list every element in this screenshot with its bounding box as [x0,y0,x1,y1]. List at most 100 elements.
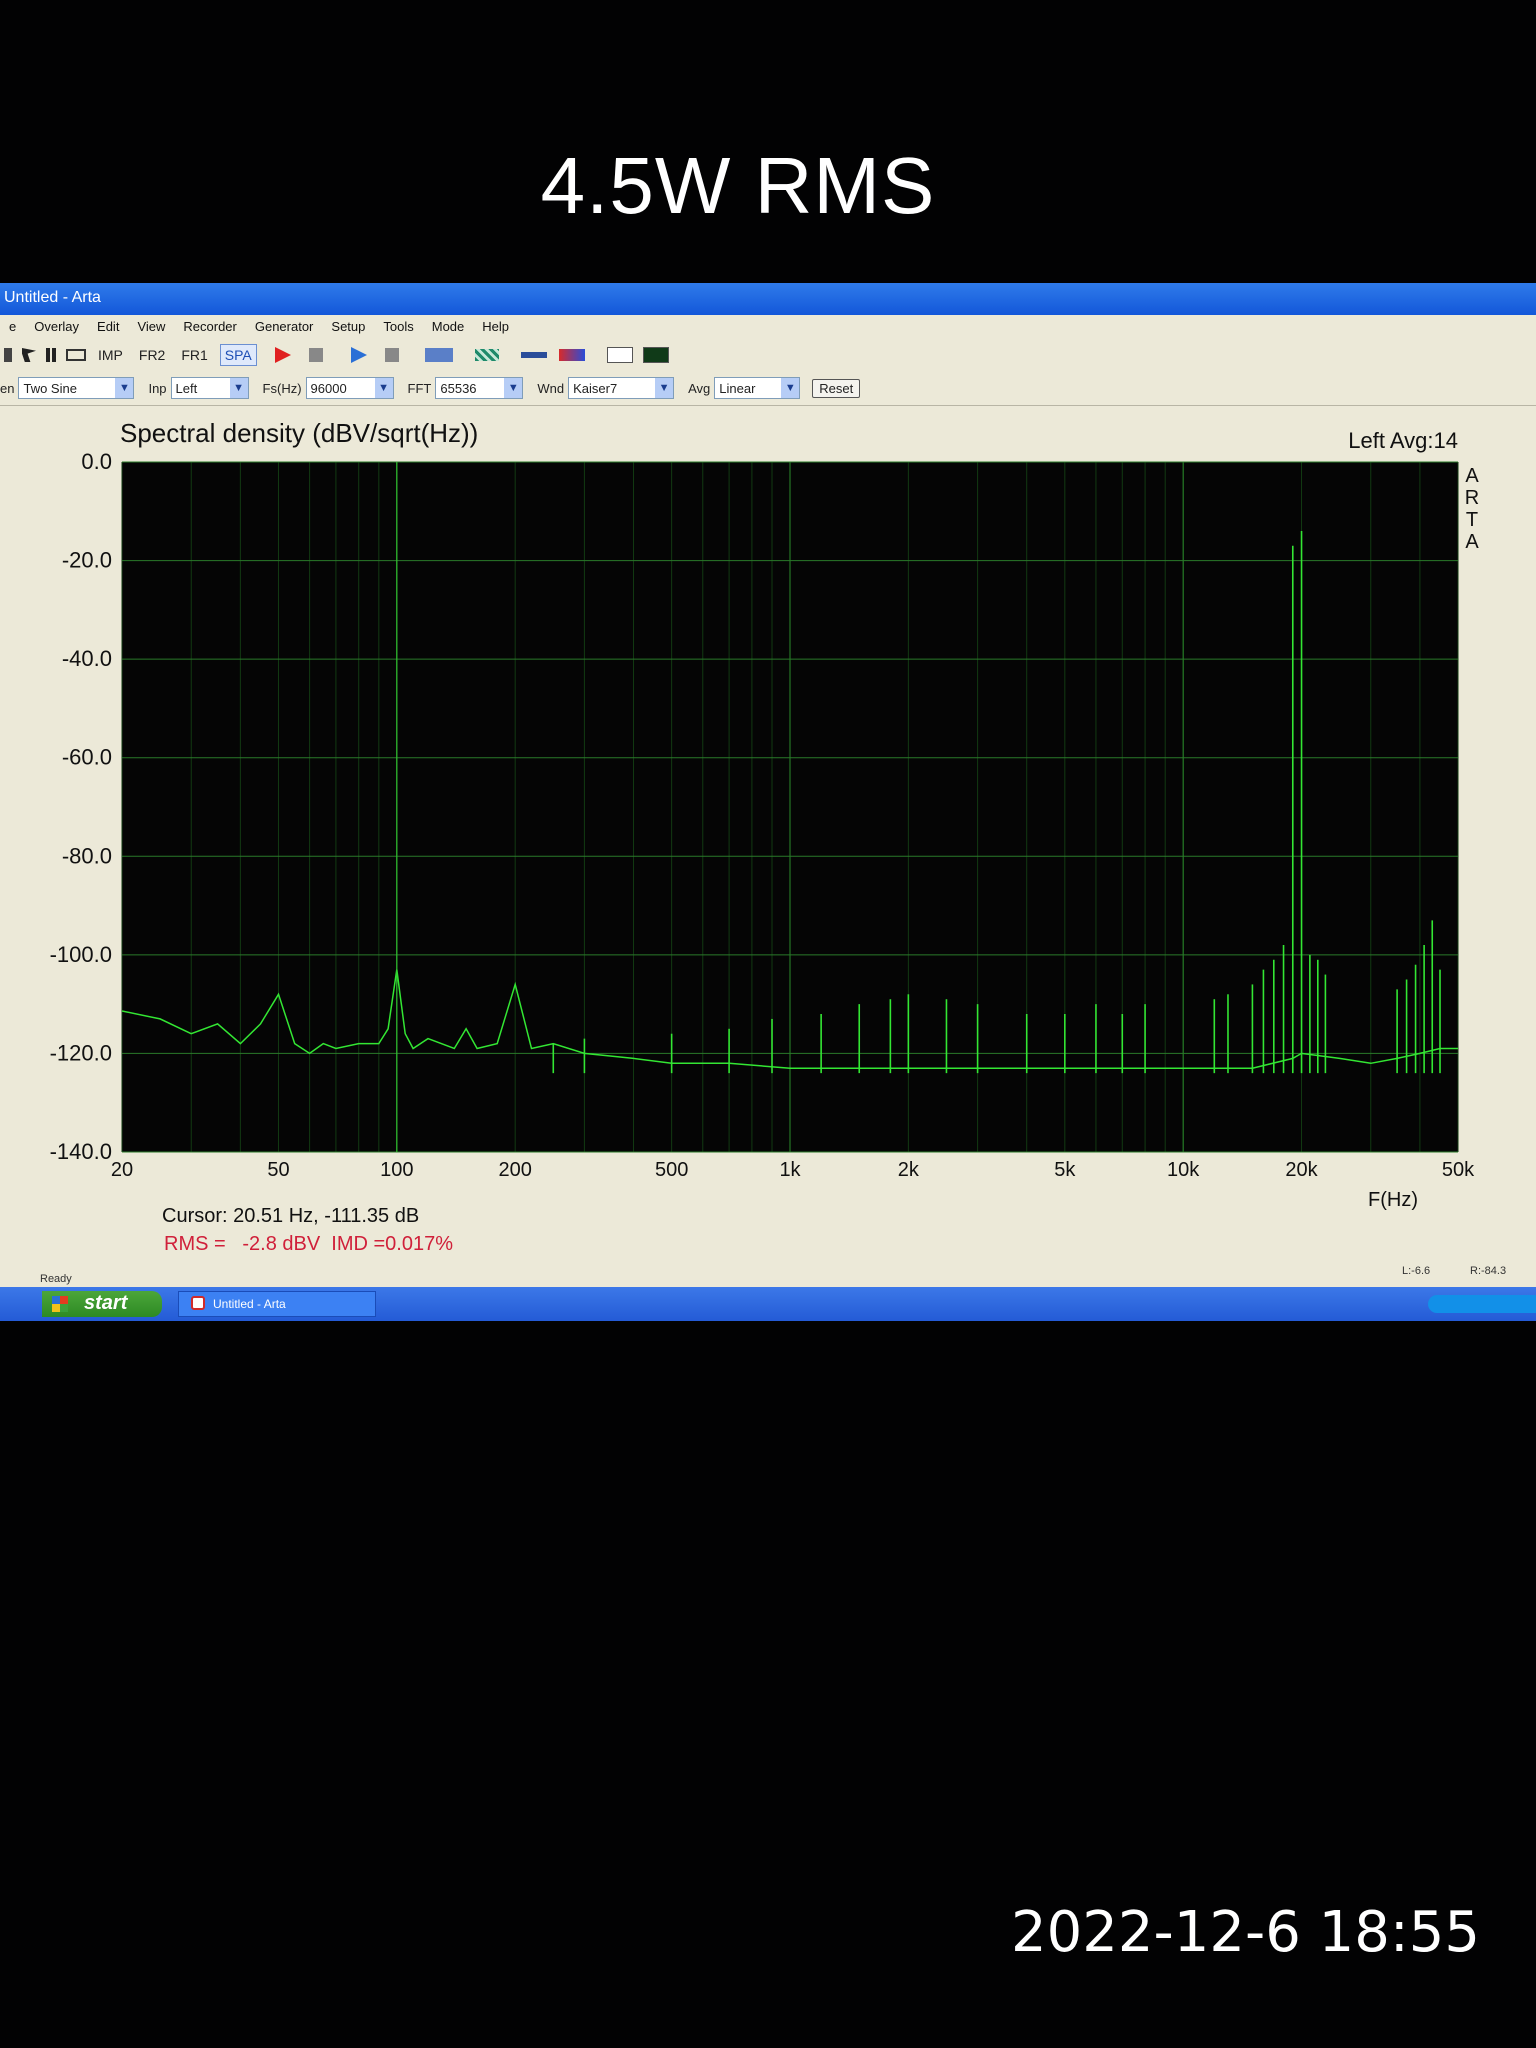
spectrum-chart[interactable]: Spectral density (dBV/sqrt(Hz)) Left Avg… [0,406,1536,1276]
rec-settings-icon[interactable] [424,348,453,362]
menu-bar: e Overlay Edit View Recorder Generator S… [0,315,1536,339]
menu-item-setup[interactable]: Setup [322,315,374,339]
play-icon[interactable] [350,347,367,363]
x-tick-label: 50 [267,1159,289,1181]
window-fn-label: Wnd [537,380,565,396]
window-titlebar[interactable]: Untitled - Arta [0,283,1536,315]
window-fn-value: Kaiser7 [573,380,618,396]
spectrum-view-icon[interactable] [642,347,669,363]
stop-gen-icon[interactable] [384,348,399,362]
status-bar: Ready L:-6.6 R:-84.3 [0,1265,1536,1287]
watermark-letter: R [1465,487,1479,509]
pointer-icon[interactable] [22,348,36,362]
toolbar: IMP FR2 FR1 SPA [0,339,1536,371]
arta-watermark: ARTA [1465,465,1480,553]
left-level: L:-6.6 [1402,1265,1431,1277]
y-tick-label: 0.0 [81,449,112,474]
reset-button[interactable]: Reset [812,378,861,398]
generator-select[interactable]: Two Sine ▼ [18,377,135,399]
x-tick-label: 50k [1442,1159,1475,1181]
x-tick-label: 200 [498,1159,531,1181]
chevron-down-icon: ▼ [374,378,393,398]
y-tick-label: -100.0 [50,942,112,967]
fs-label: Fs(Hz) [262,380,302,396]
watermark-letter: T [1466,509,1478,531]
chevron-down-icon: ▼ [115,378,134,398]
x-tick-label: 20k [1285,1159,1318,1181]
fs-value: 96000 [310,380,347,396]
open-icon[interactable] [4,348,12,362]
fs-select[interactable]: 96000 ▼ [305,377,394,399]
stop-icon[interactable] [308,348,323,362]
input-select[interactable]: Left ▼ [170,377,249,399]
record-icon[interactable] [274,347,291,363]
spa-button[interactable]: SPA [219,344,257,366]
menu-item-recorder[interactable]: Recorder [174,315,245,339]
y-tick-label: -60.0 [62,745,112,770]
start-button[interactable]: start [42,1291,162,1317]
scope-icon[interactable] [606,347,633,363]
chart-title: Spectral density (dBV/sqrt(Hz)) [120,418,478,448]
meter-icon[interactable] [558,349,585,361]
menu-item-edit[interactable]: Edit [88,315,128,339]
window-fn-select[interactable]: Kaiser7 ▼ [568,377,675,399]
rms-imd-readout: RMS = -2.8 dBV IMD =0.017% [164,1233,453,1255]
input-label: Inp [148,380,167,396]
y-axis-ticks: 0.0 -20.0 -40.0 -60.0 -80.0 -100.0 -120.0 -140.… [50,449,112,1164]
imp-button[interactable]: IMP [94,345,127,365]
x-axis-ticks: 20 50 100 200 500 1k 2k 5k 10k 20k 50k [111,1159,1475,1181]
arta-window: Untitled - Arta e Overlay Edit View Reco… [0,283,1536,1321]
menu-item-tools[interactable]: Tools [374,315,422,339]
menu-item-mode[interactable]: Mode [423,315,474,339]
window-title: Untitled - Arta [4,289,101,306]
x-tick-label: 10k [1167,1159,1200,1181]
y-tick-label: -40.0 [62,646,112,671]
y-tick-label: -140.0 [50,1139,112,1164]
menu-item-help[interactable]: Help [473,315,518,339]
gen-settings-icon[interactable] [474,349,499,361]
menu-item-e[interactable]: e [0,315,25,339]
x-tick-label: 1k [779,1159,801,1181]
photo-timestamp: 2022-12-6 18:55 [1011,1900,1480,1965]
tray-icons [1428,1295,1536,1313]
chevron-down-icon: ▼ [504,378,523,398]
x-tick-label: 5k [1054,1159,1076,1181]
generator-value: Two Sine [23,380,77,396]
y-tick-label: -80.0 [62,843,112,868]
channel-avg-label: Left Avg:14 [1348,428,1458,453]
fr1-button[interactable]: FR1 [177,345,211,365]
x-tick-label: 20 [111,1159,133,1181]
chevron-down-icon: ▼ [229,378,248,398]
plot-area: Spectral density (dBV/sqrt(Hz)) Left Avg… [0,406,1536,1276]
x-tick-label: 500 [655,1159,688,1181]
windows-logo-icon [52,1296,68,1312]
generator-label: en [0,380,15,396]
watermark-letter: A [1465,531,1479,553]
table-icon[interactable] [66,349,86,361]
chevron-down-icon: ▼ [655,378,674,398]
probe-icon[interactable] [520,352,547,358]
fft-select[interactable]: 65536 ▼ [435,377,524,399]
parameters-bar: en Two Sine ▼ Inp Left ▼ Fs(Hz) 96000 ▼ FFT… [0,371,1536,406]
taskbar: start Untitled - Arta [0,1287,1536,1321]
chevron-down-icon: ▼ [781,378,800,398]
taskbar-item-arta[interactable]: Untitled - Arta [178,1291,376,1317]
pause-icon[interactable] [46,348,56,362]
menu-item-overlay[interactable]: Overlay [25,315,88,339]
right-level: R:-84.3 [1470,1265,1507,1277]
fft-label: FFT [407,380,432,396]
x-tick-label: 100 [380,1159,413,1181]
taskbar-item-label: Untitled - Arta [213,1297,286,1311]
status-text: Ready [40,1273,72,1285]
avg-select[interactable]: Linear ▼ [714,377,801,399]
fr2-button[interactable]: FR2 [135,345,169,365]
y-tick-label: -20.0 [62,548,112,573]
arta-app-icon [191,1296,205,1310]
menu-item-generator[interactable]: Generator [246,315,323,339]
menu-item-view[interactable]: View [128,315,174,339]
watermark-letter: A [1465,465,1479,487]
start-label: start [84,1292,128,1314]
avg-label: Avg [688,380,711,396]
overlay-title: 4.5W RMS [540,141,936,230]
fft-value: 65536 [440,380,477,396]
